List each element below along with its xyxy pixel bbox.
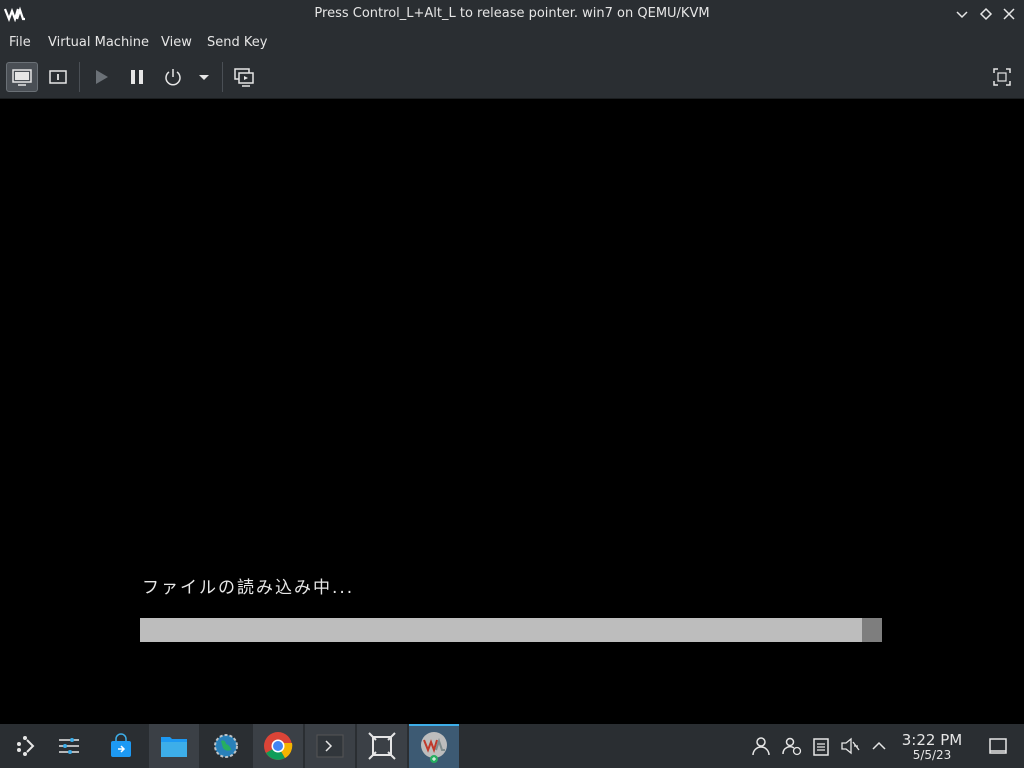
taskbar-chrome[interactable] [253,724,303,768]
taskbar-terminal[interactable] [305,724,355,768]
user-switch-icon[interactable] [782,736,802,756]
maximize-icon[interactable] [978,6,994,22]
taskbar-file-manager[interactable] [149,724,199,768]
toolbar-separator [79,62,80,92]
clipboard-icon[interactable] [811,736,831,756]
user-icon[interactable] [751,736,771,756]
run-button[interactable] [85,62,117,92]
clock-time: 3:22 PM [901,731,963,749]
shutdown-menu-button[interactable] [190,62,218,92]
pause-button[interactable] [121,62,153,92]
taskbar-spectacle[interactable] [357,724,407,768]
fullscreen-button[interactable] [986,62,1018,92]
vm-console-display[interactable]: ファイルの読み込み中... [0,99,1024,724]
menubar: File Virtual Machine View Send Key [0,30,1024,56]
details-button[interactable] [42,62,74,92]
network-globe-icon [214,734,238,758]
terminal-icon [316,734,344,758]
app-launcher-icon [17,736,35,756]
virt-manager-icon [421,732,447,763]
close-icon[interactable] [1001,6,1017,22]
console-button[interactable] [6,62,38,92]
menu-send-key[interactable]: Send Key [207,35,267,50]
loading-progress-fill [140,618,862,642]
fullscreen-icon [993,68,1011,86]
monitor-icon [12,69,32,86]
menu-view[interactable]: View [161,35,192,50]
loading-progress-bar [140,618,882,642]
taskbar [0,724,1024,768]
window-titlebar[interactable]: Press Control_L+Alt_L to release pointer… [0,0,1024,30]
system-settings-icon [59,738,79,754]
toolbar-separator [222,62,223,92]
taskbar-virt-manager[interactable] [409,724,459,768]
menu-virtual-machine[interactable]: Virtual Machine [48,35,149,50]
taskbar-system-settings[interactable] [44,724,94,768]
pause-icon [131,70,143,84]
toolbar [0,56,1024,99]
snapshots-button[interactable] [228,62,260,92]
minimize-icon[interactable] [954,6,970,22]
show-desktop-icon[interactable] [988,736,1008,756]
taskbar-network[interactable] [201,724,251,768]
menu-file[interactable]: File [9,35,31,50]
app-launcher-button[interactable] [0,724,50,768]
taskbar-discover[interactable] [96,724,146,768]
discover-store-icon [111,733,131,757]
play-icon [96,70,108,84]
shutdown-button[interactable] [157,62,189,92]
caret-down-icon [199,75,209,80]
file-manager-icon [161,737,187,757]
info-icon [49,70,67,84]
clock-date: 5/5/23 [912,748,952,762]
loading-text: ファイルの読み込み中... [142,578,355,598]
spectacle-icon [368,732,396,760]
snapshots-icon [234,68,254,87]
power-icon [165,69,181,86]
digital-clock[interactable]: 3:22 PM 5/5/23 [892,732,972,762]
window-title: Press Control_L+Alt_L to release pointer… [314,6,710,21]
chrome-icon [264,732,293,760]
volume-muted-icon[interactable] [840,736,860,756]
tray-expand-icon[interactable] [869,736,889,756]
